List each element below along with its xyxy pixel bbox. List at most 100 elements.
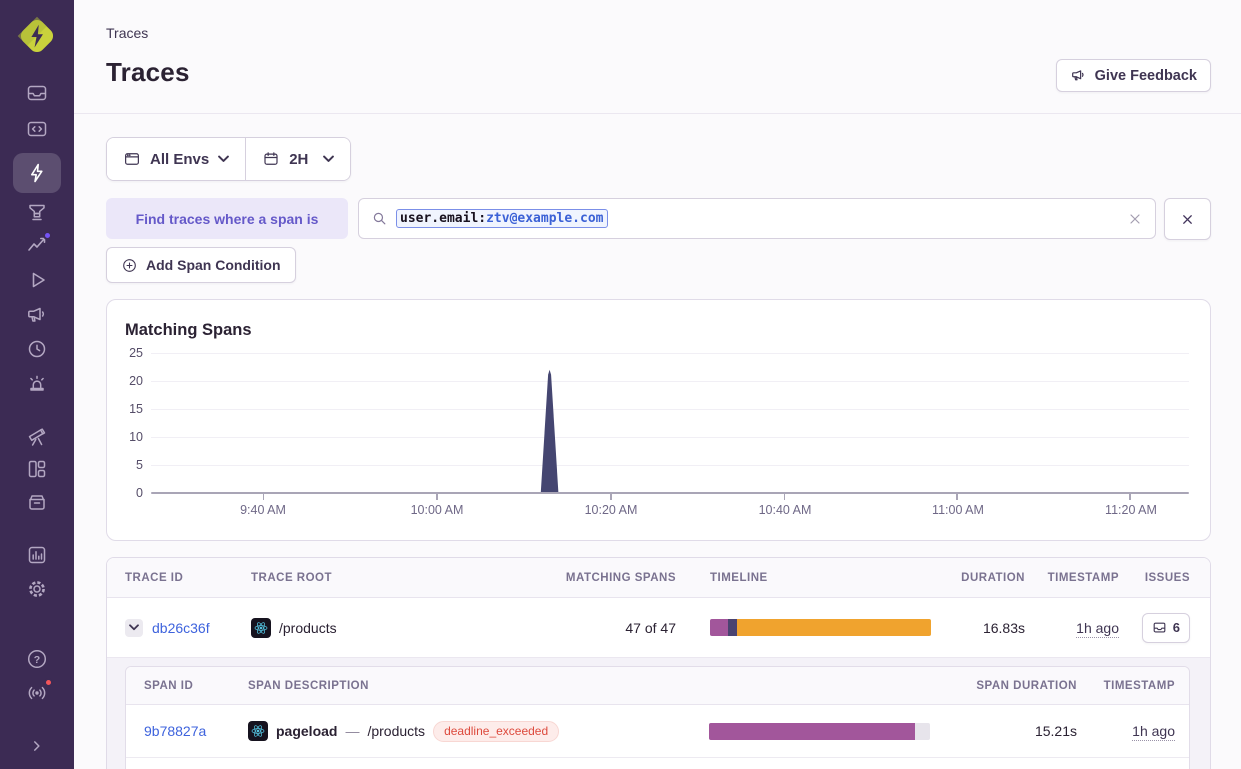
chart-plot-area — [151, 353, 1189, 493]
time-range-label: 2H — [289, 151, 308, 168]
spans-table: SPAN ID SPAN DESCRIPTION SPAN DURATION T… — [125, 666, 1190, 769]
svg-text:?: ? — [34, 654, 40, 666]
plus-circle-icon — [121, 257, 138, 274]
calendar-icon — [262, 150, 280, 168]
span-description: /products — [367, 723, 425, 739]
chart-title: Matching Spans — [125, 321, 252, 340]
chevron-down-icon — [129, 624, 139, 631]
react-icon — [251, 618, 271, 638]
col-matching-spans: MATCHING SPANS — [559, 572, 676, 584]
play-icon[interactable] — [25, 268, 49, 292]
close-icon — [1180, 212, 1195, 227]
col-issues: ISSUES — [1119, 572, 1210, 584]
funnel-icon[interactable] — [25, 200, 49, 224]
remove-condition-button[interactable] — [1164, 198, 1211, 240]
trace-duration: 16.83s — [931, 620, 1025, 636]
issues-inbox-icon[interactable] — [25, 81, 49, 105]
span-id-link[interactable]: 9b78827a — [144, 723, 206, 739]
code-folder-icon[interactable] — [25, 117, 49, 141]
trace-timestamp: 1h ago — [1076, 620, 1119, 638]
x-tick-5: 11:00 AM — [918, 503, 998, 517]
col-span-description: SPAN DESCRIPTION — [248, 680, 709, 692]
trace-root-cell: /products — [251, 618, 559, 638]
span-duration: 15.21s — [969, 723, 1089, 739]
find-traces-label: Find traces where a span is — [106, 198, 348, 239]
span-timestamp: 1h ago — [1132, 723, 1175, 741]
span-timeline-bar — [709, 723, 930, 740]
col-duration: DURATION — [931, 572, 1025, 584]
trace-root-label: /products — [279, 620, 337, 636]
separator: — — [345, 723, 359, 739]
y-tick-10: 10 — [107, 429, 143, 445]
span-row: 9b78827a pageload — /products deadline_e… — [126, 705, 1189, 757]
issues-inbox-icon — [1152, 620, 1167, 635]
environment-filter-label: All Envs — [150, 151, 209, 168]
search-token[interactable]: user.email: ztv@example.com — [396, 209, 608, 228]
add-span-condition-label: Add Span Condition — [146, 257, 281, 273]
y-tick-25: 25 — [107, 345, 143, 361]
col-trace-id: TRACE ID — [107, 572, 251, 584]
page-title: Traces — [106, 57, 190, 88]
col-trace-root: TRACE ROOT — [251, 572, 559, 584]
search-token-value: ztv@example.com — [486, 211, 603, 226]
give-feedback-button[interactable]: Give Feedback — [1056, 59, 1211, 92]
clear-search-icon[interactable] — [1127, 211, 1143, 227]
broadcast-icon[interactable] — [25, 681, 49, 705]
history-clock-icon[interactable] — [25, 337, 49, 361]
col-timestamp: TIMESTAMP — [1025, 572, 1119, 584]
span-operation: pageload — [276, 723, 337, 739]
lightning-icon — [25, 161, 49, 185]
x-tick-4: 10:40 AM — [745, 503, 825, 517]
chevron-right-icon[interactable] — [28, 737, 52, 761]
help-icon[interactable]: ? — [25, 647, 49, 671]
trace-row: db26c36f /products 47 of 47 16.83s 1h ag… — [107, 598, 1210, 658]
trace-timeline-bar — [710, 619, 931, 636]
sidebar: ? — [0, 0, 74, 769]
dashboard-blocks-icon[interactable] — [25, 457, 49, 481]
time-range-filter-button[interactable]: 2H — [246, 138, 350, 180]
page-filter-bar: All Envs 2H — [106, 137, 351, 181]
x-tick-3: 10:20 AM — [571, 503, 651, 517]
col-timeline: TIMELINE — [676, 572, 931, 584]
telescope-icon[interactable] — [25, 424, 49, 448]
add-span-condition-button[interactable]: Add Span Condition — [106, 247, 296, 283]
search-icon — [371, 210, 388, 227]
sentry-logo-icon[interactable] — [16, 15, 58, 57]
siren-icon[interactable] — [25, 371, 49, 395]
span-status-badge: deadline_exceeded — [433, 721, 559, 742]
x-tick-2: 10:00 AM — [397, 503, 477, 517]
gear-icon[interactable] — [25, 577, 49, 601]
header-divider — [74, 113, 1241, 114]
x-axis-line — [151, 492, 1189, 494]
new-feature-dot-badge — [43, 231, 52, 240]
traces-table-header: TRACE ID TRACE ROOT MATCHING SPANS TIMEL… — [107, 558, 1210, 598]
area-series-spike — [151, 353, 1189, 493]
archive-box-icon[interactable] — [25, 490, 49, 514]
megaphone-icon — [1070, 67, 1087, 84]
trace-issues-count: 6 — [1173, 620, 1180, 635]
x-tick-6: 11:20 AM — [1091, 503, 1171, 517]
x-tick-1: 9:40 AM — [223, 503, 303, 517]
chevron-down-icon — [218, 155, 229, 163]
col-span-timestamp: TIMESTAMP — [1089, 680, 1189, 692]
y-tick-0: 0 — [107, 485, 143, 501]
line-chart-icon[interactable] — [25, 233, 49, 257]
search-token-key: user.email: — [400, 211, 486, 226]
environment-filter-button[interactable]: All Envs — [107, 138, 245, 180]
sidebar-item-traces-active[interactable] — [13, 153, 61, 193]
traces-page: ? Traces Traces Give Feedback All Envs 2… — [0, 0, 1241, 769]
span-description-cell: pageload — /products deadline_exceeded — [248, 721, 709, 742]
traces-table: TRACE ID TRACE ROOT MATCHING SPANS TIMEL… — [106, 557, 1211, 769]
col-span-id: SPAN ID — [126, 680, 248, 692]
notification-dot-badge — [44, 678, 53, 687]
window-icon — [123, 150, 141, 168]
megaphone-icon[interactable] — [25, 303, 49, 327]
trace-issues-button[interactable]: 6 — [1142, 613, 1190, 643]
trace-id-link[interactable]: db26c36f — [152, 620, 210, 636]
col-span-duration: SPAN DURATION — [969, 680, 1089, 692]
y-tick-20: 20 — [107, 373, 143, 389]
collapse-trace-button[interactable] — [125, 619, 143, 637]
stats-icon[interactable] — [25, 543, 49, 567]
breadcrumb[interactable]: Traces — [106, 25, 148, 41]
span-search-input[interactable]: user.email: ztv@example.com — [358, 198, 1156, 239]
